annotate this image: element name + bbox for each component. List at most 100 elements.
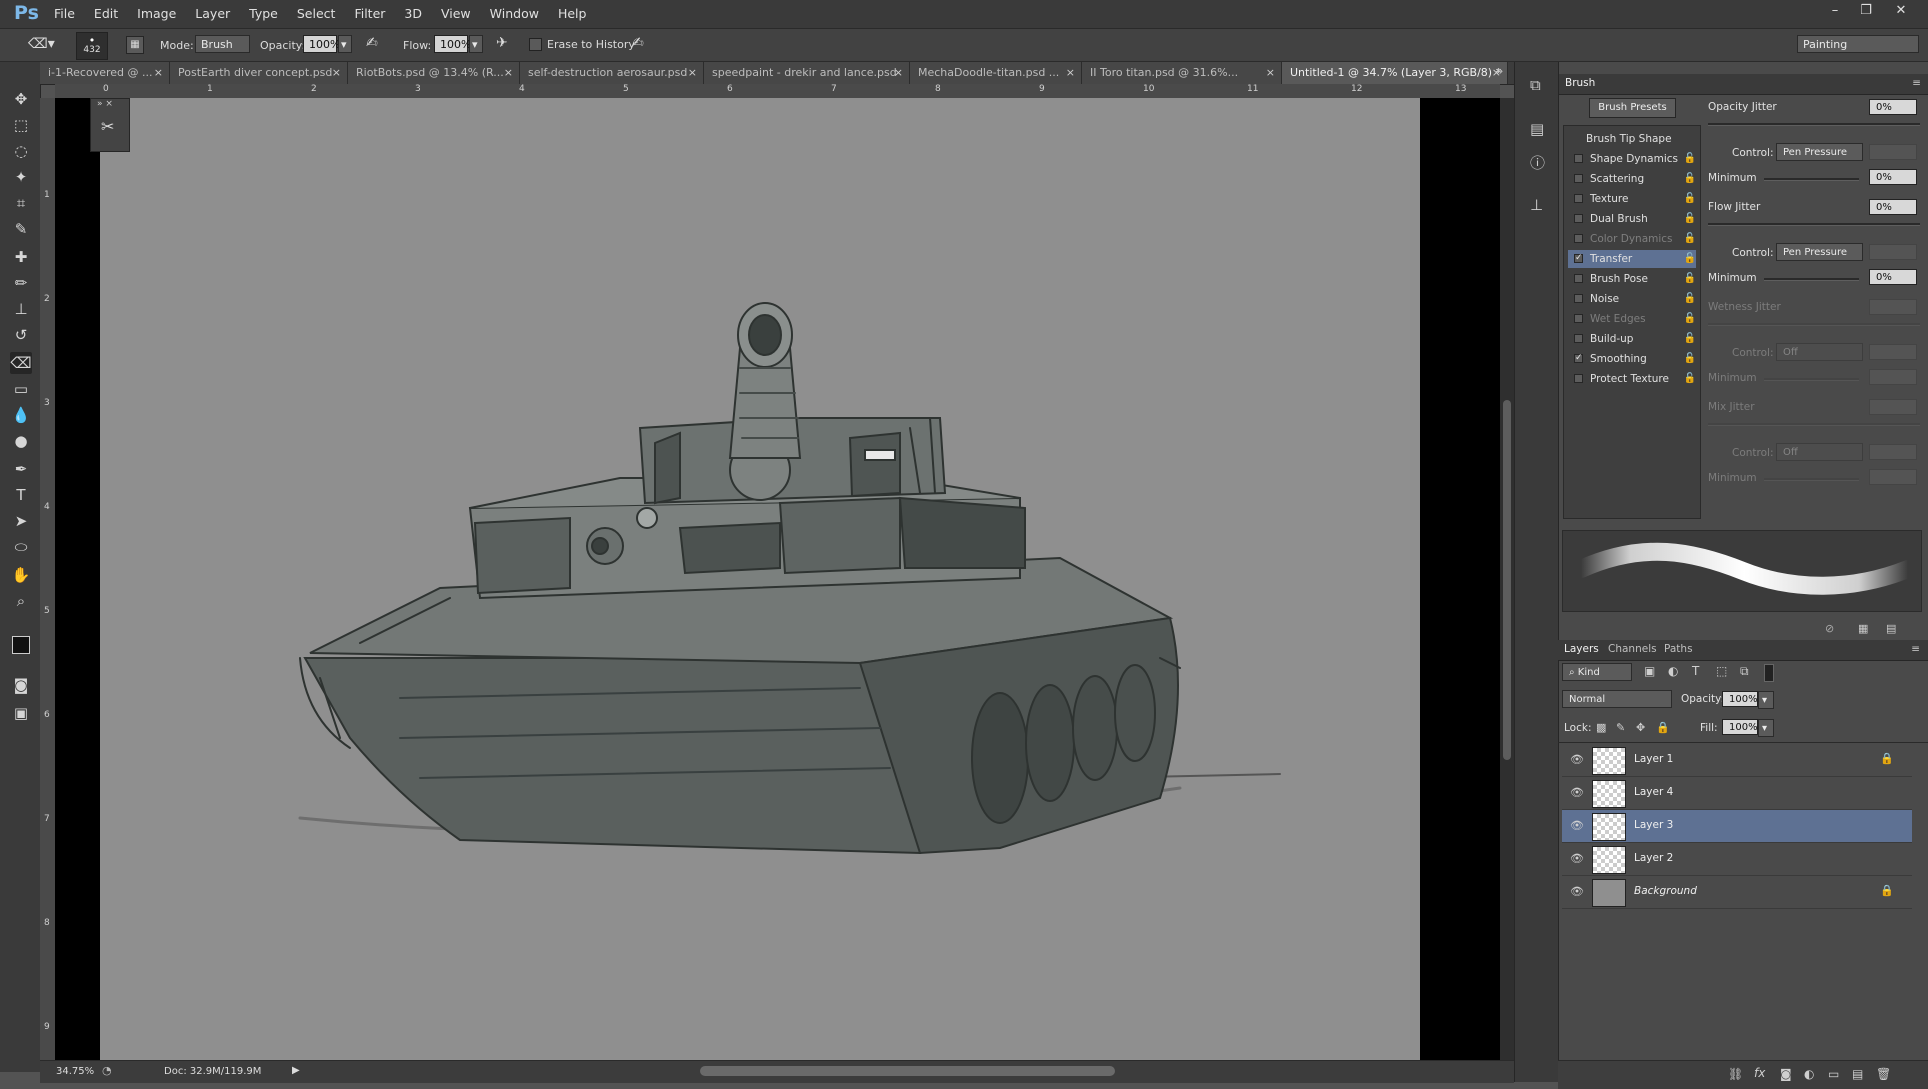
eraser-preset-icon[interactable]: ⌫▾: [28, 36, 58, 54]
tab-layers[interactable]: Layers: [1564, 643, 1599, 655]
menu-edit[interactable]: Edit: [94, 6, 118, 21]
lock-icon[interactable]: 🔓: [1684, 210, 1696, 228]
pressure-size-icon[interactable]: ✍: [632, 35, 644, 51]
airbrush-icon[interactable]: ✈: [496, 35, 508, 51]
lock-icon[interactable]: 🔓: [1684, 250, 1696, 268]
checkbox-checked[interactable]: ✓: [1574, 254, 1583, 263]
tool-presets-icon[interactable]: ⊥: [1530, 196, 1543, 214]
eye-icon[interactable]: 👁: [1570, 885, 1584, 898]
fill-input[interactable]: 100%: [1722, 719, 1758, 735]
doc-tab[interactable]: RiotBots.psd @ 13.4% (R... ×: [348, 62, 520, 84]
opacity-input[interactable]: 100%: [303, 35, 340, 53]
lock-transparent-icon[interactable]: ▩: [1596, 721, 1606, 734]
lock-icon[interactable]: 🔓: [1684, 350, 1696, 368]
minimum-slider-1[interactable]: [1764, 178, 1859, 181]
horizontal-scroll-thumb[interactable]: [700, 1066, 1115, 1076]
foreground-color-swatch[interactable]: [12, 636, 30, 654]
layer-row[interactable]: 👁 Layer 1 🔒: [1562, 744, 1912, 777]
close-tab-icon[interactable]: ×: [1066, 62, 1075, 84]
menu-select[interactable]: Select: [297, 6, 336, 21]
brush-pose-item[interactable]: Brush Pose 🔓: [1568, 270, 1696, 288]
layer-row[interactable]: 👁 Background 🔒: [1562, 876, 1912, 909]
panel-collapse-icon[interactable]: » ×: [97, 99, 113, 109]
vertical-scroll-thumb[interactable]: [1503, 400, 1511, 760]
flow-jitter-input[interactable]: 0%: [1869, 199, 1917, 215]
opacity-jitter-input[interactable]: 0%: [1869, 99, 1917, 115]
menu-help[interactable]: Help: [558, 6, 587, 21]
layers-panel-menu-icon[interactable]: ≡: [1911, 643, 1920, 655]
close-window-button[interactable]: ✕: [1890, 3, 1912, 21]
doc-tab[interactable]: II Toro titan.psd @ 31.6%... ×: [1082, 62, 1282, 84]
layer-row[interactable]: 👁 Layer 4: [1562, 777, 1912, 810]
menu-view[interactable]: View: [441, 6, 471, 21]
minimum-slider-2[interactable]: [1764, 278, 1859, 281]
checkbox[interactable]: [1574, 334, 1583, 343]
close-tab-icon[interactable]: ×: [1266, 62, 1275, 84]
brush-tip-shape-item[interactable]: Brush Tip Shape: [1568, 130, 1696, 148]
brush-presets-button[interactable]: Brush Presets: [1589, 98, 1676, 118]
build-up-item[interactable]: Build-up 🔓: [1568, 330, 1696, 348]
filter-pixel-icon[interactable]: ▣: [1644, 664, 1655, 678]
eraser-tool-icon[interactable]: ⌫: [10, 352, 32, 374]
brush-tool-icon[interactable]: ✏: [10, 272, 32, 294]
new-adjustment-icon[interactable]: ◐: [1804, 1067, 1814, 1081]
doc-tab[interactable]: MechaDoodle-titan.psd ... ×: [910, 62, 1082, 84]
lock-icon[interactable]: 🔓: [1684, 330, 1696, 348]
minimum-input-2[interactable]: 0%: [1869, 269, 1917, 285]
hand-tool-icon[interactable]: ✋: [10, 564, 32, 586]
delete-layer-icon[interactable]: 🗑: [1876, 1067, 1891, 1081]
restore-button[interactable]: ❐: [1855, 3, 1877, 21]
flow-input[interactable]: 100%: [434, 35, 471, 53]
status-menu-arrow-icon[interactable]: ▶: [292, 1065, 300, 1076]
close-tab-icon[interactable]: ×: [894, 62, 903, 84]
checkbox[interactable]: [1574, 374, 1583, 383]
workspace-select[interactable]: Painting: [1797, 35, 1919, 53]
healing-brush-tool-icon[interactable]: ✚: [10, 246, 32, 268]
move-tool-icon[interactable]: ✥: [10, 88, 32, 110]
lock-icon[interactable]: 🔓: [1684, 230, 1696, 248]
info-panel-icon[interactable]: ⓘ: [1530, 152, 1545, 173]
brush-size-picker[interactable]: • 432: [76, 32, 108, 60]
layer-row[interactable]: 👁 Layer 2: [1562, 843, 1912, 876]
doc-tab[interactable]: speedpaint - drekir and lance.psd ×: [704, 62, 910, 84]
doc-tab[interactable]: PostEarth diver concept.psd ×: [170, 62, 348, 84]
opacity-dropdown[interactable]: ▾: [338, 35, 352, 53]
filter-type-icon[interactable]: T: [1692, 664, 1699, 678]
eye-icon[interactable]: 👁: [1570, 819, 1584, 832]
menu-layer[interactable]: Layer: [195, 6, 230, 21]
close-tab-icon[interactable]: ×: [332, 62, 341, 84]
lock-position-icon[interactable]: ✥: [1636, 721, 1645, 734]
link-layers-icon[interactable]: ⛓: [1728, 1067, 1743, 1081]
protect-texture-item[interactable]: Protect Texture 🔓: [1568, 370, 1696, 388]
checkbox[interactable]: [1574, 294, 1583, 303]
path-selection-tool-icon[interactable]: ➤: [10, 510, 32, 532]
layer-style-icon[interactable]: fx: [1754, 1066, 1765, 1080]
zoom-tool-icon[interactable]: ⌕: [10, 590, 32, 612]
menu-type[interactable]: Type: [249, 6, 278, 21]
quick-mask-icon[interactable]: ◙: [10, 674, 32, 696]
erase-history-checkbox[interactable]: [529, 38, 542, 51]
checkbox[interactable]: [1574, 194, 1583, 203]
eyedropper-tool-icon[interactable]: ✎: [10, 218, 32, 240]
pressure-opacity-icon[interactable]: ✍: [366, 35, 378, 51]
blur-tool-icon[interactable]: 💧: [10, 404, 32, 426]
marquee-tool-icon[interactable]: ⬚: [10, 114, 32, 136]
flow-dropdown[interactable]: ▾: [469, 35, 483, 53]
tab-channels[interactable]: Channels: [1608, 643, 1657, 655]
scissors-icon[interactable]: ✂: [101, 117, 114, 136]
properties-panel-icon[interactable]: ▤: [1530, 120, 1544, 138]
zoom-level[interactable]: 34.75%: [56, 1066, 94, 1077]
checkbox[interactable]: [1574, 154, 1583, 163]
ellipse-tool-icon[interactable]: ⬭: [10, 536, 32, 558]
close-tab-icon[interactable]: ×: [504, 62, 513, 84]
type-tool-icon[interactable]: T: [10, 484, 32, 506]
smoothing-item[interactable]: ✓ Smoothing 🔓: [1568, 350, 1696, 368]
scattering-item[interactable]: Scattering 🔓: [1568, 170, 1696, 188]
eye-icon[interactable]: 👁: [1570, 786, 1584, 799]
flow-jitter-slider[interactable]: [1708, 223, 1920, 226]
lock-icon[interactable]: 🔓: [1684, 170, 1696, 188]
mode-select[interactable]: Brush: [195, 35, 250, 53]
doc-tab[interactable]: i-1-Recovered @ ... ×: [40, 62, 170, 84]
eye-icon[interactable]: 👁: [1570, 852, 1584, 865]
shape-dynamics-item[interactable]: Shape Dynamics 🔓: [1568, 150, 1696, 168]
